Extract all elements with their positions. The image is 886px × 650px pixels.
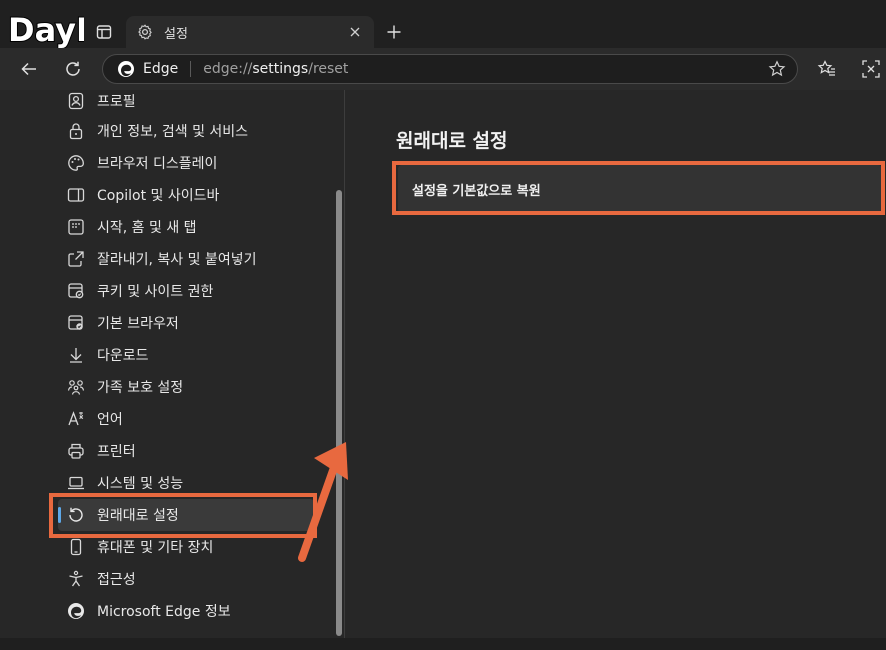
new-tab-button[interactable] xyxy=(382,20,406,44)
sidebar-item-appearance[interactable]: 브라우저 디스플레이 xyxy=(58,147,314,179)
sidebar-icon xyxy=(66,185,86,205)
sidebar-item-label: 프로필 xyxy=(97,94,136,110)
sidebar-item-label: 기본 브라우저 xyxy=(97,316,179,332)
sidebar-item-label: 시스템 및 성능 xyxy=(97,476,184,492)
back-arrow-icon xyxy=(21,62,36,76)
sidebar-item-label: 브라우저 디스플레이 xyxy=(97,156,218,172)
sidebar-item-cookies[interactable]: 쿠키 및 사이트 권한 xyxy=(58,275,314,307)
close-icon[interactable] xyxy=(346,23,364,41)
site-identity: Edge xyxy=(143,61,179,77)
sidebar-item-label: 시작, 홈 및 새 탭 xyxy=(97,220,197,236)
cookie-icon xyxy=(66,281,86,301)
screenshot-button[interactable] xyxy=(858,56,884,82)
palette-icon xyxy=(66,153,86,173)
favorites-button[interactable] xyxy=(814,56,840,82)
language-icon xyxy=(66,409,86,429)
sidebar-item-copilot[interactable]: Copilot 및 사이드바 xyxy=(58,179,314,211)
phone-icon xyxy=(66,537,86,557)
sidebar-item-default-browser[interactable]: 기본 브라우저 xyxy=(58,307,314,339)
address-separator xyxy=(190,61,192,77)
sidebar-item-label: Copilot 및 사이드바 xyxy=(97,188,220,204)
tab-actions-button[interactable] xyxy=(92,20,116,44)
sidebar-item-label: 프린터 xyxy=(97,444,136,460)
sidebar-item-accessibility[interactable]: 접근성 xyxy=(58,563,314,595)
printer-icon xyxy=(66,441,86,461)
sidebar-item-profile[interactable]: 프로필 xyxy=(58,85,314,117)
url-path: /reset xyxy=(308,61,349,77)
lock-icon xyxy=(66,121,86,141)
url-host: settings xyxy=(252,61,309,77)
edge-icon xyxy=(66,601,86,621)
settings-sidebar: 프로필 개인 정보, 검색 및 서비스 브라우저 디스플레이 Copilot 및… xyxy=(0,90,345,638)
home-grid-icon xyxy=(66,217,86,237)
profile-icon xyxy=(66,91,86,111)
sidebar-item-label: 잘라내기, 복사 및 붙여넣기 xyxy=(97,252,257,268)
sidebar-item-languages[interactable]: 언어 xyxy=(58,403,314,435)
gear-icon xyxy=(136,23,154,41)
sidebar-item-share-copy-paste[interactable]: 잘라내기, 복사 및 붙여넣기 xyxy=(58,243,314,275)
sidebar-item-start-home[interactable]: 시작, 홈 및 새 탭 xyxy=(58,211,314,243)
refresh-button[interactable] xyxy=(60,56,86,82)
window-frame-bottom xyxy=(0,638,886,650)
tab-title: 설정 xyxy=(164,26,188,42)
sidebar-item-label: 언어 xyxy=(97,412,123,428)
family-icon xyxy=(66,377,86,397)
back-button[interactable] xyxy=(16,56,42,82)
browser-tab[interactable]: 설정 xyxy=(126,16,374,48)
svg-text:DayB: DayB xyxy=(8,11,84,48)
sidebar-item-label: 쿠키 및 사이트 권한 xyxy=(97,284,214,300)
address-bar[interactable]: Edge edge://settings/reset xyxy=(102,54,798,84)
sidebar-item-label: 가족 보호 설정 xyxy=(97,380,184,396)
screenshot-icon xyxy=(862,60,880,78)
settings-page: 프로필 개인 정보, 검색 및 서비스 브라우저 디스플레이 Copilot 및… xyxy=(0,90,886,638)
refresh-icon xyxy=(66,61,80,76)
url-text[interactable]: edge://settings/reset xyxy=(203,61,767,77)
sidebar-item-family[interactable]: 가족 보호 설정 xyxy=(58,371,314,403)
title-bar: DayB 설정 xyxy=(0,0,886,48)
accessibility-icon xyxy=(66,569,86,589)
tab-actions-icon xyxy=(96,25,112,39)
sidebar-item-about[interactable]: Microsoft Edge 정보 xyxy=(58,595,314,627)
sidebar-scrollbar[interactable] xyxy=(336,190,342,636)
share-icon xyxy=(66,249,86,269)
sidebar-item-label: 다운로드 xyxy=(97,348,149,364)
sidebar-item-privacy[interactable]: 개인 정보, 검색 및 서비스 xyxy=(58,115,314,147)
default-browser-icon xyxy=(66,313,86,333)
annotation-arrow xyxy=(298,442,348,562)
laptop-icon xyxy=(66,473,86,493)
favorite-star-icon[interactable] xyxy=(767,59,787,79)
sidebar-item-label: 접근성 xyxy=(97,572,136,588)
favorites-list-icon xyxy=(817,60,835,76)
watermark-logo: DayB xyxy=(7,10,84,48)
sidebar-item-label: 개인 정보, 검색 및 서비스 xyxy=(97,124,249,140)
sidebar-item-printers[interactable]: 프린터 xyxy=(58,435,314,467)
annotation-highlight-sidebar xyxy=(49,493,317,538)
edge-logo-icon xyxy=(117,60,135,78)
annotation-highlight-reset xyxy=(392,161,885,215)
url-scheme: edge:// xyxy=(203,61,253,77)
sidebar-item-label: 휴대폰 및 기타 장치 xyxy=(97,540,214,556)
toolbar: Edge edge://settings/reset xyxy=(0,48,886,90)
download-icon xyxy=(66,345,86,365)
sidebar-item-downloads[interactable]: 다운로드 xyxy=(58,339,314,371)
sidebar-item-label: Microsoft Edge 정보 xyxy=(97,604,231,620)
page-title: 원래대로 설정 xyxy=(396,130,508,152)
plus-icon xyxy=(387,25,401,39)
